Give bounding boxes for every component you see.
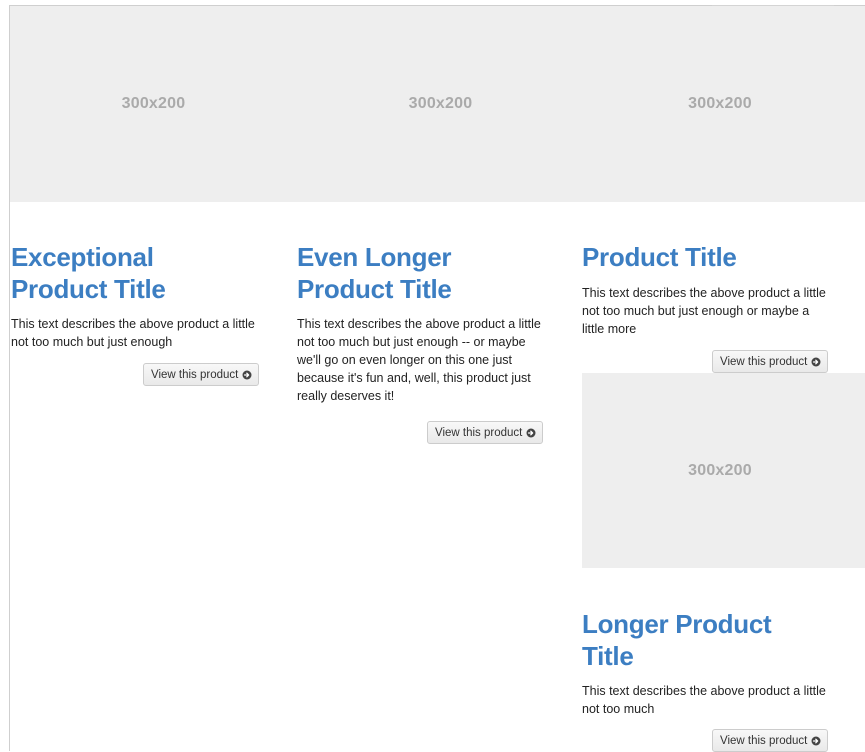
view-product-button[interactable]: View this product: [712, 350, 829, 373]
button-label: View this product: [720, 734, 808, 747]
button-label: View this product: [151, 368, 239, 381]
product-title: Exceptional Product Title: [11, 242, 166, 304]
product-title: Longer Product Title: [582, 609, 772, 671]
circle-arrow-right-icon: [242, 370, 252, 379]
product-description: This text describes the above product a …: [582, 684, 826, 716]
view-product-button[interactable]: View this product: [427, 421, 544, 444]
product-image-placeholder: 300x200: [584, 6, 865, 202]
product-description: This text describes the above product a …: [11, 317, 255, 349]
circle-arrow-right-icon: [811, 736, 821, 745]
product-image-placeholder: 300x200: [297, 6, 584, 202]
view-product-button[interactable]: View this product: [143, 363, 260, 386]
product-image-placeholder: 300x200: [10, 6, 297, 202]
image-size-label: 300x200: [688, 95, 752, 112]
circle-arrow-right-icon: [526, 428, 536, 437]
circle-arrow-right-icon: [811, 357, 821, 366]
button-label: View this product: [435, 426, 523, 439]
image-size-label: 300x200: [408, 95, 473, 112]
product-description: This text describes the above product a …: [582, 286, 826, 336]
image-size-label: 300x200: [688, 461, 752, 479]
button-label: View this product: [720, 355, 808, 368]
image-size-label: 300x200: [121, 95, 186, 112]
product-image-placeholder: 300x200: [582, 373, 865, 568]
product-title: Product Title: [582, 242, 737, 272]
product-title: Even Longer Product Title: [297, 242, 452, 304]
product-description: This text describes the above product a …: [297, 317, 541, 403]
view-product-button[interactable]: View this product: [712, 729, 829, 752]
